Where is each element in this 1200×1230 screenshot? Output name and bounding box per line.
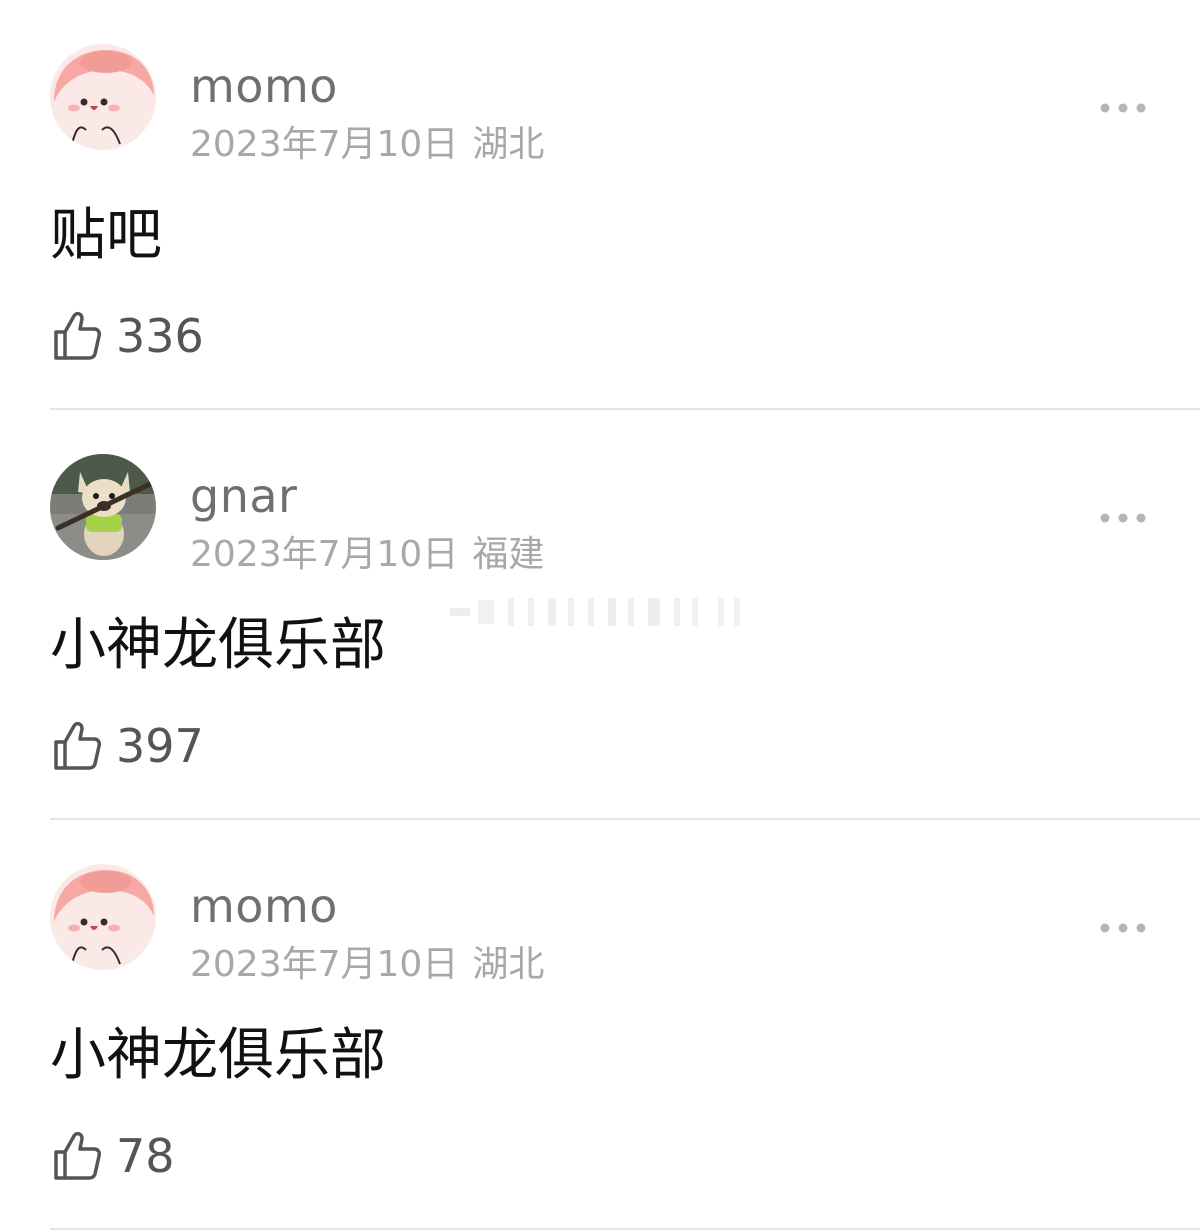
more-dots-icon [1100,513,1146,523]
comment-date: 2023年7月10日 [190,534,459,575]
like-button[interactable]: 397 [52,716,204,776]
comment-text: 小神龙俱乐部 [50,1023,386,1088]
comment-location: 湖北 [472,944,545,985]
comment-text: 小神龙俱乐部 [50,613,386,678]
comment-meta: 2023年7月10日 湖北 [190,122,544,168]
comment-date: 2023年7月10日 [190,944,459,985]
like-button[interactable]: 336 [52,306,204,366]
ghost-text-artifact [450,598,740,626]
username[interactable]: momo [190,878,338,934]
comment-item: momo 2023年7月10日 湖北 小神龙俱乐部 78 [0,820,1200,1230]
thumbs-up-icon [54,1131,101,1180]
comment-text: 贴吧 [50,203,162,268]
more-options-button[interactable] [1086,908,1160,948]
more-options-button[interactable] [1086,498,1160,538]
pink-cartoon-face-avatar-icon [50,44,156,150]
more-dots-icon [1100,923,1146,933]
french-bulldog-photo-avatar-icon [50,454,156,560]
like-button[interactable]: 78 [52,1126,175,1186]
pink-cartoon-face-avatar-icon [50,864,156,970]
comment-location: 湖北 [472,124,545,165]
more-dots-icon [1100,103,1146,113]
like-count: 397 [116,719,204,773]
comment-list: momo 2023年7月10日 湖北 贴吧 336 gnar 2023年7月10… [0,0,1200,1230]
username[interactable]: momo [190,58,338,114]
user-avatar[interactable] [50,864,156,970]
comment-item: momo 2023年7月10日 湖北 贴吧 336 [0,0,1200,410]
username[interactable]: gnar [190,468,297,524]
more-options-button[interactable] [1086,88,1160,128]
comment-location: 福建 [472,534,545,575]
like-count: 336 [116,309,204,363]
like-count: 78 [116,1129,175,1183]
comment-date: 2023年7月10日 [190,124,459,165]
comment-meta: 2023年7月10日 福建 [190,532,544,578]
user-avatar[interactable] [50,454,156,560]
user-avatar[interactable] [50,44,156,150]
thumbs-up-icon [54,311,101,360]
comment-meta: 2023年7月10日 湖北 [190,942,544,988]
thumbs-up-icon [54,721,101,770]
